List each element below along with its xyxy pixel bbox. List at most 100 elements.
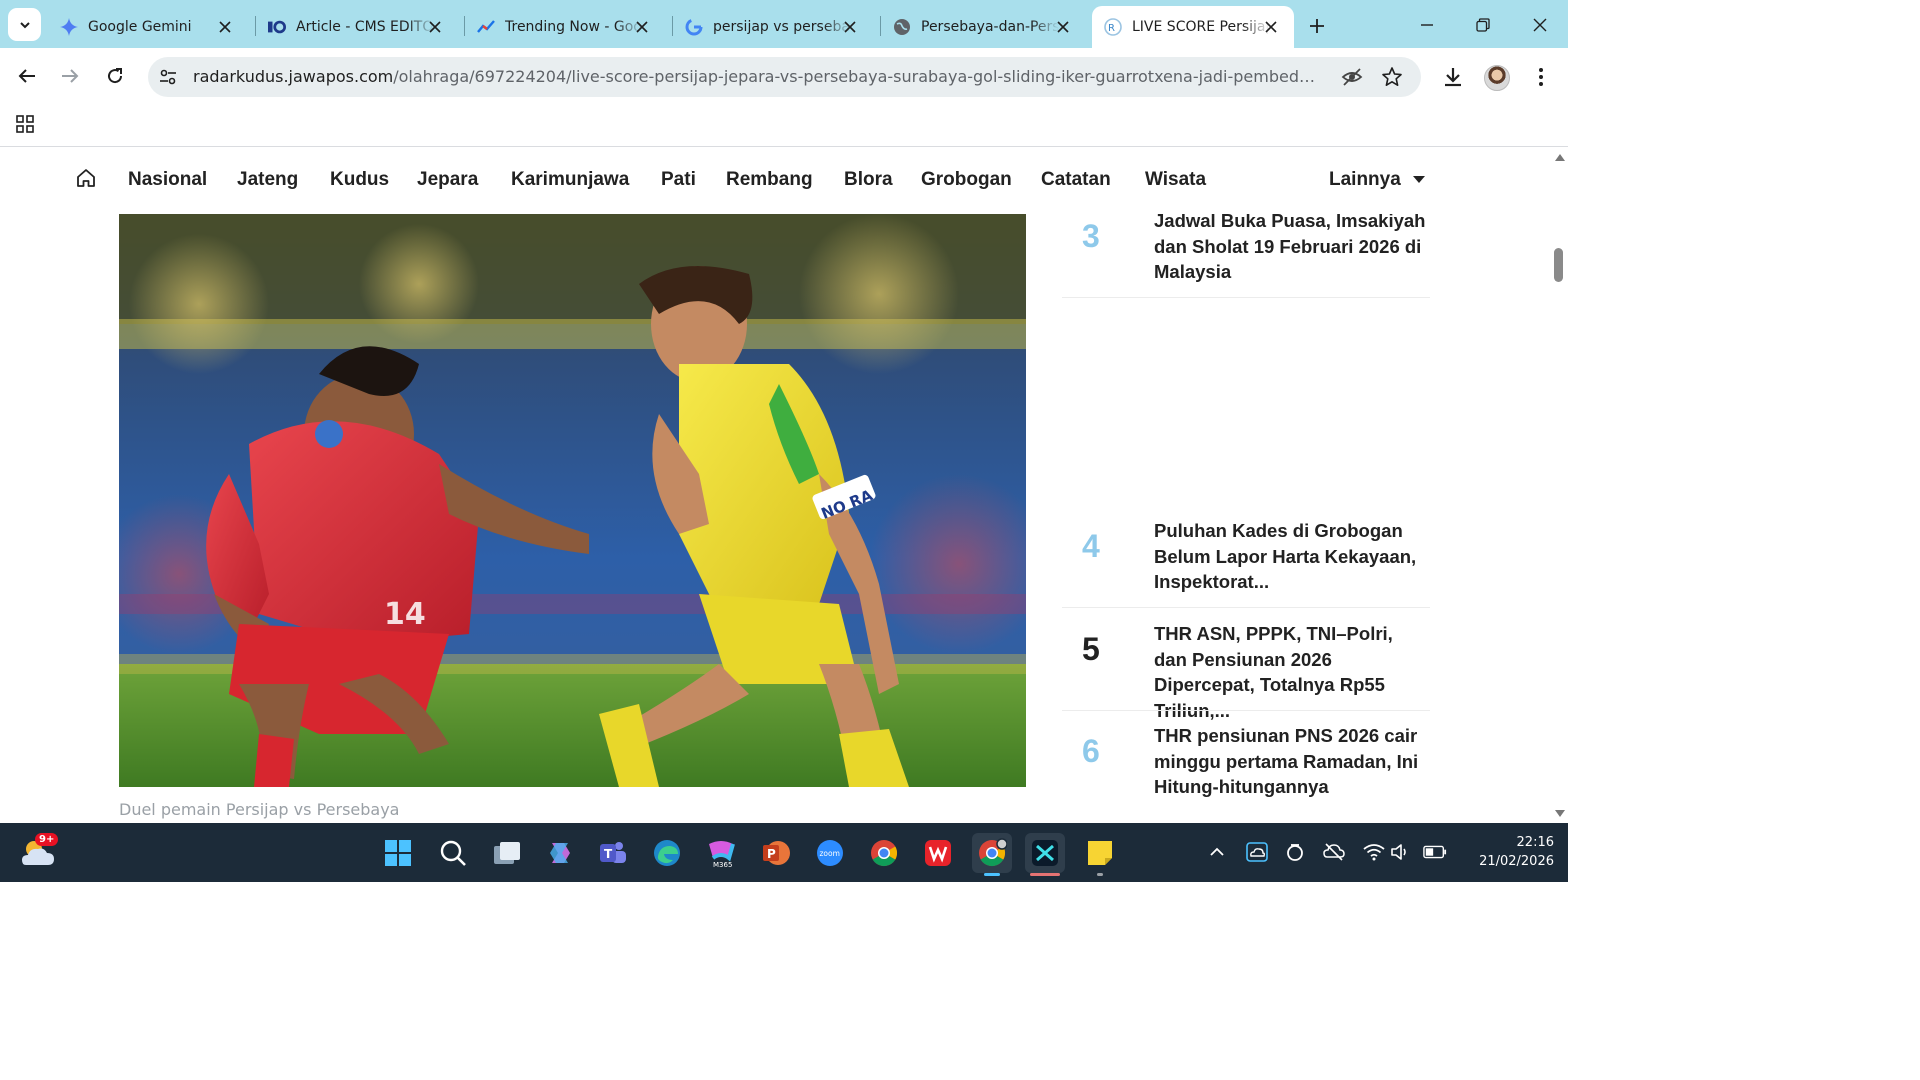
popular-title[interactable]: THR pensiunan PNS 2026 cair minggu perta… [1154,723,1426,800]
tray-overflow-button[interactable] [1205,840,1229,864]
wps-office-icon [925,840,951,866]
tab-google-trends[interactable]: Trending Now - Google Trends [465,6,665,48]
restore-button[interactable] [1470,12,1496,38]
tray-sync-off[interactable] [1322,840,1346,864]
nav-pati[interactable]: Pati [661,169,696,191]
popular-item[interactable]: 6 THR pensiunan PNS 2026 cair minggu per… [1062,723,1430,815]
sticky-notes-icon [1088,841,1112,865]
bookmarks-bar [0,104,1568,147]
taskbar-zoom[interactable]: zoom [810,833,850,873]
tray-onedrive[interactable] [1245,840,1269,864]
page-scrollbar[interactable] [1552,148,1568,823]
task-view[interactable] [487,833,527,873]
home-icon[interactable] [75,167,97,189]
eye-off-icon[interactable] [1341,66,1363,88]
tray-battery[interactable] [1423,840,1447,864]
tab-google-gemini[interactable]: Google Gemini [48,6,248,48]
tray-volume[interactable] [1389,840,1413,864]
tray-wifi[interactable] [1362,840,1386,864]
cms-icon [268,18,286,36]
nav-lainnya[interactable]: Lainnya [1329,169,1401,191]
taskbar-chrome-profile[interactable] [972,833,1012,873]
tab-live-score[interactable]: R LIVE SCORE Persijap [1092,6,1294,48]
tray-app[interactable] [1283,840,1307,864]
taskbar-sticky-notes[interactable] [1080,833,1120,873]
nav-grobogan[interactable]: Grobogan [921,169,1012,191]
close-icon[interactable] [1262,18,1280,36]
nav-rembang[interactable]: Rembang [726,169,813,191]
close-icon[interactable] [216,18,234,36]
taskbar-copilot[interactable] [540,833,580,873]
circle-app-icon [1287,844,1303,861]
nav-catatan[interactable]: Catatan [1041,169,1111,191]
popular-item[interactable]: 3 Jadwal Buka Puasa, Imsakiyah dan Shola… [1062,208,1430,300]
back-button[interactable] [13,62,41,90]
running-indicator [1097,873,1103,876]
taskbar-wps[interactable] [918,833,958,873]
taskbar-capcut[interactable] [1025,833,1065,873]
notification-badge: 9+ [35,833,59,846]
site-settings-icon[interactable] [158,67,178,87]
battery-icon [1423,845,1447,859]
caret-down-icon[interactable] [1413,176,1425,183]
taskbar-powerpoint[interactable]: P [756,833,796,873]
chrome-icon [979,838,1007,867]
tab-cms-editor[interactable]: Article - CMS EDITOR [256,6,458,48]
new-tab-button[interactable] [1304,13,1330,39]
gemini-icon [60,18,78,36]
taskbar-search[interactable] [433,833,473,873]
scroll-down-arrow-icon[interactable] [1555,810,1565,817]
tab-google-search[interactable]: persijap vs persebaya - Google [673,6,873,48]
chevron-up-icon [1210,847,1224,856]
address-bar[interactable]: radarkudus.jawapos.com/olahraga/69722420… [148,57,1421,97]
popular-title[interactable]: Puluhan Kades di Grobogan Belum Lapor Ha… [1154,518,1426,595]
microsoft-365-icon: M365 [709,841,735,868]
reload-button[interactable] [101,62,129,90]
nav-karimunjawa[interactable]: Karimunjawa [511,169,629,191]
close-icon[interactable] [841,18,859,36]
apps-grid-icon[interactable] [15,114,35,134]
start-button[interactable] [378,833,418,873]
nav-kudus[interactable]: Kudus [330,169,389,191]
menu-button[interactable] [1528,64,1554,90]
close-window-button[interactable] [1527,12,1553,38]
popular-item[interactable]: 4 Puluhan Kades di Grobogan Belum Lapor … [1062,518,1430,610]
taskbar-m365[interactable]: M365 [701,833,741,873]
edge-icon [654,840,680,866]
downloads-button[interactable] [1440,64,1466,90]
nav-jepara[interactable]: Jepara [417,169,478,191]
close-icon[interactable] [633,18,651,36]
taskbar-teams[interactable]: T [593,833,633,873]
tab-persebaya-image[interactable]: Persebaya-dan-Persijap [881,6,1086,48]
nav-blora[interactable]: Blora [844,169,893,191]
url-path: /olahraga/697224204/live-score-persijap-… [393,67,1323,86]
chevron-down-icon [19,21,30,28]
taskbar-chrome[interactable] [864,833,904,873]
task-view-icon [494,842,520,864]
profile-avatar[interactable] [1484,65,1510,91]
article-hero-image: 14 NO RA [119,214,1026,787]
tab-search-button[interactable] [8,8,41,41]
image-caption: Duel pemain Persijap vs Persebaya [119,800,400,819]
capcut-icon [1032,840,1058,866]
close-icon[interactable] [426,18,444,36]
system-clock[interactable]: 22:16 21/02/2026 [1458,833,1554,871]
popular-title[interactable]: THR ASN, PPPK, TNI–Polri, dan Pensiunan … [1154,621,1426,723]
tab-title: Trending Now - Google Trends [505,19,643,35]
popular-title[interactable]: Jadwal Buka Puasa, Imsakiyah dan Sholat … [1154,208,1426,285]
close-icon[interactable] [1054,18,1072,36]
bookmark-star-icon[interactable] [1381,66,1403,88]
chrome-icon [871,840,898,867]
forward-button[interactable] [56,62,84,90]
nav-wisata[interactable]: Wisata [1145,169,1206,191]
taskbar-edge[interactable] [647,833,687,873]
rank-number: 6 [1082,733,1100,769]
nav-nasional[interactable]: Nasional [128,169,207,191]
minimize-button[interactable] [1414,12,1440,38]
url-text: radarkudus.jawapos.com/olahraga/69722420… [193,67,1323,86]
popular-item[interactable]: 5 THR ASN, PPPK, TNI–Polri, dan Pensiuna… [1062,621,1430,721]
scrollbar-thumb[interactable] [1554,248,1563,282]
scroll-up-arrow-icon[interactable] [1555,154,1565,161]
svg-text:M365: M365 [713,861,732,868]
nav-jateng[interactable]: Jateng [237,169,298,191]
